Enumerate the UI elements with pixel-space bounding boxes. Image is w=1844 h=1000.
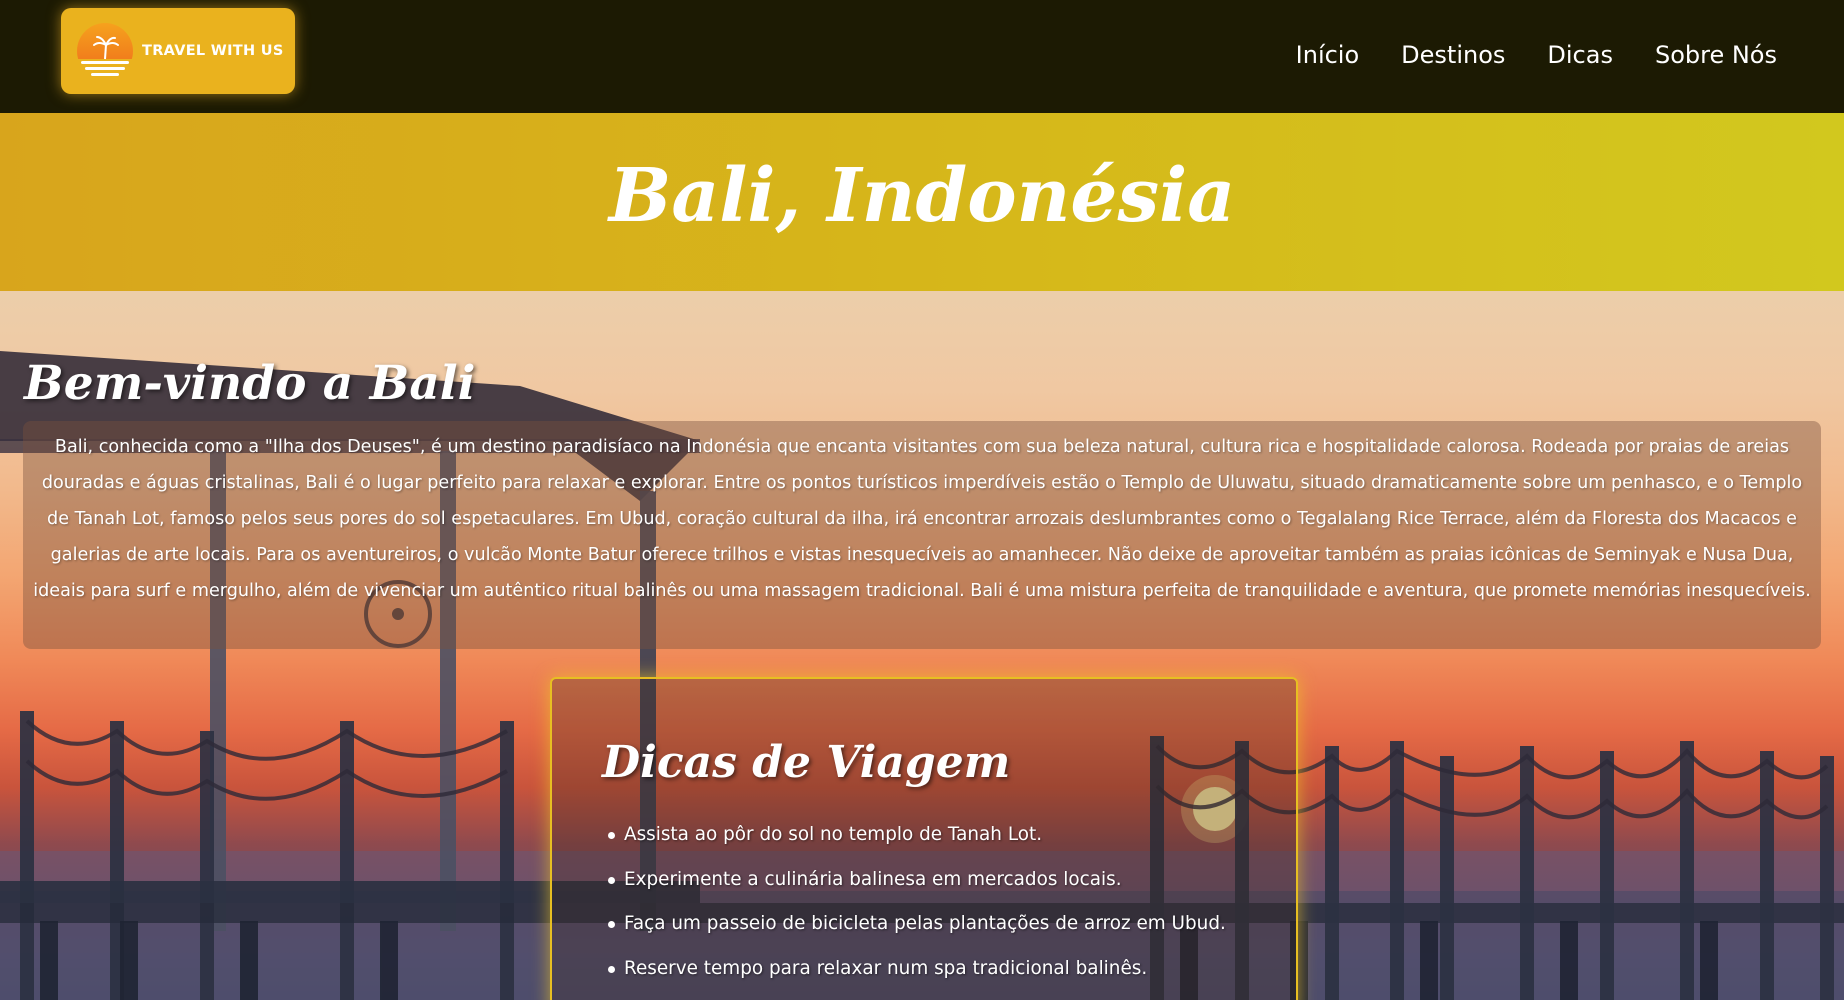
travel-tips-card: Dicas de Viagem Assista ao pôr do sol no… — [550, 677, 1298, 1000]
site-logo[interactable]: TRAVEL WITH US — [61, 8, 295, 94]
content-section: Bem-vindo a Bali Bali, conhecida como a … — [0, 291, 1844, 1000]
tips-list-item: Assista ao pôr do sol no templo de Tanah… — [608, 813, 1226, 858]
main-nav: Início Destinos Dicas Sobre Nós — [1296, 0, 1777, 110]
page-title: Bali, Indonésia — [608, 153, 1236, 239]
welcome-heading: Bem-vindo a Bali — [24, 356, 476, 411]
top-navigation-bar: TRAVEL WITH US Início Destinos Dicas Sob… — [0, 0, 1844, 113]
tips-list-item: Reserve tempo para relaxar num spa tradi… — [608, 947, 1226, 992]
welcome-paragraph: Bali, conhecida como a "Ilha dos Deuses"… — [33, 437, 1811, 601]
nav-link-inicio[interactable]: Início — [1296, 41, 1360, 69]
tips-list-item: Faça um passeio de bicicleta pelas plant… — [608, 902, 1226, 947]
tips-list: Assista ao pôr do sol no templo de Tanah… — [608, 813, 1226, 992]
hero-title-band: Bali, Indonésia — [0, 113, 1844, 291]
nav-link-dicas[interactable]: Dicas — [1547, 41, 1613, 69]
sunset-palm-icon — [77, 23, 133, 81]
nav-link-destinos[interactable]: Destinos — [1401, 41, 1505, 69]
logo-text: TRAVEL WITH US — [142, 43, 284, 59]
welcome-text-panel: Bali, conhecida como a "Ilha dos Deuses"… — [23, 421, 1821, 649]
nav-link-sobre-nos[interactable]: Sobre Nós — [1655, 41, 1777, 69]
tips-list-item: Experimente a culinária balinesa em merc… — [608, 858, 1226, 903]
tips-heading: Dicas de Viagem — [602, 737, 1011, 788]
